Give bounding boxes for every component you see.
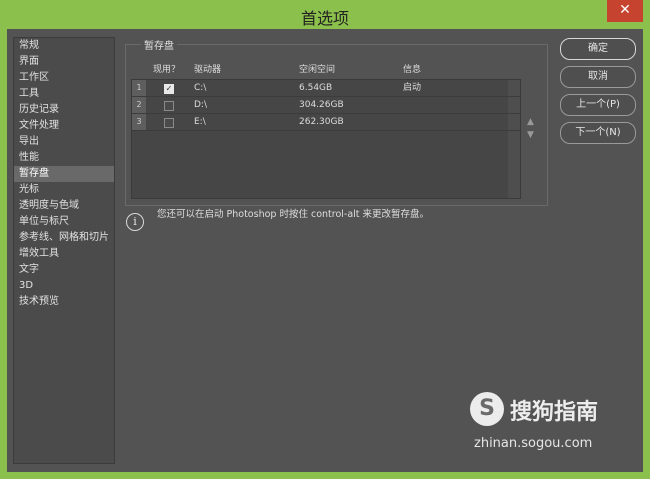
sidebar-item[interactable]: 常规 <box>14 38 114 54</box>
move-up-arrow-icon[interactable]: ▲ <box>527 117 534 127</box>
column-drive: 驱动器 <box>194 65 222 75</box>
table-header: 现用？ 驱动器 空闲空间 信息 <box>131 62 519 78</box>
sidebar-item[interactable]: 工具 <box>14 86 114 102</box>
ok-button[interactable]: 确定 <box>560 38 636 60</box>
sidebar-item[interactable]: 单位与标尺 <box>14 214 114 230</box>
sidebar-item[interactable]: 增效工具 <box>14 246 114 262</box>
scratch-disk-table: 现用？ 驱动器 空闲空间 信息 1 ✓ C:\ 6.54GB 启动 2 D:\ 304.26G… <box>131 62 521 199</box>
previous-button[interactable]: 上一个(P) <box>560 94 636 116</box>
scratch-disk-group-title: 暂存盘 <box>141 37 177 52</box>
row-number: 3 <box>132 114 146 130</box>
sidebar-item[interactable]: 文字 <box>14 262 114 278</box>
move-down-arrow-icon[interactable]: ▼ <box>527 130 534 140</box>
free-space-cell: 6.54GB <box>299 83 333 93</box>
sidebar-item[interactable]: 工作区 <box>14 70 114 86</box>
info-message: 您还可以在启动 Photoshop 时按住 control-alt 来更改暂存盘… <box>157 209 430 220</box>
sidebar-item[interactable]: 历史记录 <box>14 102 114 118</box>
drive-cell: E:\ <box>194 117 206 127</box>
column-free-space: 空闲空间 <box>299 65 336 75</box>
info-cell: 启动 <box>403 83 422 93</box>
title-bar: 首选项 ✕ <box>0 0 650 28</box>
sidebar-item[interactable]: 界面 <box>14 54 114 70</box>
table-body: 1 ✓ C:\ 6.54GB 启动 2 D:\ 304.26GB 3 E:\ 262.30GB <box>131 79 521 199</box>
free-space-cell: 304.26GB <box>299 100 344 110</box>
column-active: 现用？ <box>153 65 181 75</box>
column-info: 信息 <box>403 65 422 75</box>
sidebar-item[interactable]: 文件处理 <box>14 118 114 134</box>
drive-cell: C:\ <box>194 83 207 93</box>
active-checkbox[interactable]: ✓ <box>164 84 174 94</box>
sidebar-item[interactable]: 3D <box>14 278 114 294</box>
sidebar-item[interactable]: 透明度与色域 <box>14 198 114 214</box>
cancel-button[interactable]: 取消 <box>560 66 636 88</box>
row-number: 2 <box>132 97 146 113</box>
sogou-logo-icon: S <box>470 392 504 426</box>
drive-cell: D:\ <box>194 100 207 110</box>
active-checkbox[interactable] <box>164 101 174 111</box>
row-number: 1 <box>132 80 146 96</box>
active-checkbox[interactable] <box>164 118 174 128</box>
sidebar-item[interactable]: 参考线、网格和切片 <box>14 230 114 246</box>
sidebar-item[interactable]: 性能 <box>14 150 114 166</box>
sidebar-item[interactable]: 光标 <box>14 182 114 198</box>
watermark-url: zhinan.sogou.com <box>474 436 593 451</box>
sidebar-item[interactable]: 暂存盘 <box>14 166 114 182</box>
free-space-cell: 262.30GB <box>299 117 344 127</box>
table-row[interactable]: 2 D:\ 304.26GB <box>132 97 520 114</box>
info-icon: i <box>126 213 144 231</box>
window-title: 首选项 <box>300 9 349 28</box>
table-row[interactable]: 1 ✓ C:\ 6.54GB 启动 <box>132 80 520 97</box>
watermark-name: 搜狗指南 <box>510 400 599 425</box>
sidebar-item[interactable]: 技术预览 <box>14 294 114 310</box>
table-row[interactable]: 3 E:\ 262.30GB <box>132 114 520 131</box>
close-button[interactable]: ✕ <box>607 0 643 22</box>
sidebar-item[interactable]: 导出 <box>14 134 114 150</box>
category-sidebar: 常规 界面 工作区 工具 历史记录 文件处理 导出 性能 暂存盘 光标 透明度与色域 单位与标尺 参考线… <box>13 37 115 464</box>
next-button[interactable]: 下一个(N) <box>560 122 636 144</box>
